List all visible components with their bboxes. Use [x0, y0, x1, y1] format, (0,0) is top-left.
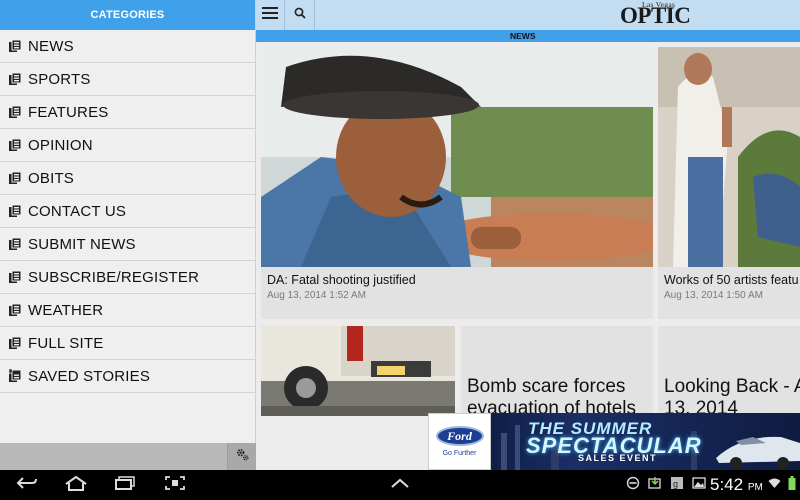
section-label: NEWS	[256, 30, 800, 42]
category-sidebar: CATEGORIES NEWS SPORTS FEATURES OPINION …	[0, 0, 256, 470]
do-not-disturb-icon	[626, 476, 640, 495]
sidebar-item-submit-news[interactable]: SUBMIT NEWS	[0, 228, 255, 261]
category-icon	[8, 336, 22, 350]
category-icon	[8, 204, 22, 218]
category-list: NEWS SPORTS FEATURES OPINION OBITS CONTA…	[0, 30, 255, 393]
battery-icon	[788, 475, 796, 495]
article-date: Aug 13, 2014 1:52 AM	[267, 290, 366, 301]
article-grid: DA: Fatal shooting justified Aug 13, 201…	[256, 42, 800, 470]
status-icons: g	[626, 474, 706, 496]
article-date: Aug 13, 2014 1:50 AM	[664, 290, 763, 301]
sidebar-item-label: WEATHER	[28, 301, 104, 319]
sidebar-item-label: OPINION	[28, 136, 93, 154]
category-icon	[8, 270, 22, 284]
system-nav-bar: g 5:42 PM	[0, 470, 800, 500]
article-title: Works of 50 artists featu	[664, 273, 799, 287]
category-icon	[8, 303, 22, 317]
clock-suffix: PM	[747, 482, 763, 493]
home-icon	[64, 475, 88, 496]
sidebar-item-sports[interactable]: SPORTS	[0, 63, 255, 96]
gear-icon	[236, 448, 249, 466]
sidebar-item-label: OBITS	[28, 169, 75, 187]
download-icon	[648, 476, 662, 495]
app-window: CATEGORIES NEWS SPORTS FEATURES OPINION …	[0, 0, 800, 470]
article-card[interactable]: Works of 50 artists featu Aug 13, 2014 1…	[658, 47, 800, 319]
article-image	[658, 47, 800, 267]
recent-apps-icon	[114, 475, 136, 495]
search-icon	[294, 6, 306, 24]
sidebar-item-label: NEWS	[28, 37, 74, 55]
category-icon	[8, 72, 22, 86]
sidebar-item-contact-us[interactable]: CONTACT US	[0, 195, 255, 228]
sidebar-item-obits[interactable]: OBITS	[0, 162, 255, 195]
category-icon	[8, 237, 22, 251]
sidebar-item-saved-stories[interactable]: SAVED STORIES	[0, 360, 255, 393]
hamburger-icon	[262, 6, 278, 24]
sidebar-item-label: SUBSCRIBE/REGISTER	[28, 268, 200, 286]
saved-stories-icon	[8, 369, 22, 383]
menu-button[interactable]	[256, 0, 285, 30]
svg-text:g: g	[673, 479, 678, 489]
sidebar-item-opinion[interactable]: OPINION	[0, 129, 255, 162]
category-icon	[8, 171, 22, 185]
site-logo[interactable]: Las Vegas OPTIC	[620, 0, 692, 30]
sidebar-item-label: SAVED STORIES	[28, 367, 151, 385]
article-image	[261, 326, 455, 416]
article-title: DA: Fatal shooting justified	[267, 273, 416, 287]
image-icon	[692, 476, 706, 495]
ad-headline-3: SALES EVENT	[578, 453, 658, 463]
clock-time: 5:42	[710, 475, 744, 494]
sidebar-item-full-site[interactable]: FULL SITE	[0, 327, 255, 360]
sidebar-item-label: FEATURES	[28, 103, 109, 121]
ad-tagline: Go Further	[442, 450, 477, 457]
article-image	[261, 47, 653, 267]
logo-title: OPTIC	[620, 3, 691, 28]
ad-banner[interactable]: Ford Go Further THE SUMMER SPECTACULAR S…	[428, 413, 800, 470]
article-card[interactable]: DA: Fatal shooting justified Aug 13, 201…	[261, 47, 653, 319]
chevron-up-icon	[390, 476, 410, 494]
ford-oval-logo: Ford	[435, 426, 484, 446]
wifi-icon	[768, 476, 781, 494]
sidebar-item-weather[interactable]: WEATHER	[0, 294, 255, 327]
screenshot-icon	[164, 475, 186, 496]
sidebar-item-label: CONTACT US	[28, 202, 127, 220]
recent-apps-button[interactable]	[112, 474, 138, 496]
connectivity-icons	[768, 474, 796, 496]
sidebar-footer	[0, 443, 256, 470]
category-icon	[8, 105, 22, 119]
back-button[interactable]	[14, 474, 40, 496]
clock: 5:42 PM	[710, 475, 763, 495]
sidebar-header: CATEGORIES	[0, 0, 255, 30]
category-icon	[8, 138, 22, 152]
sidebar-item-label: SPORTS	[28, 70, 91, 88]
screenshot-button[interactable]	[162, 474, 188, 496]
ford-logo: Ford Go Further	[428, 413, 491, 470]
sidebar-item-label: SUBMIT NEWS	[28, 235, 136, 253]
sidebar-item-subscribe[interactable]: SUBSCRIBE/REGISTER	[0, 261, 255, 294]
top-action-bar: Las Vegas OPTIC	[256, 0, 800, 30]
settings-button[interactable]	[227, 443, 256, 470]
sidebar-item-features[interactable]: FEATURES	[0, 96, 255, 129]
google-plus-icon: g	[670, 476, 684, 495]
sidebar-item-label: FULL SITE	[28, 334, 104, 352]
home-button[interactable]	[62, 474, 90, 496]
sidebar-item-news[interactable]: NEWS	[0, 30, 255, 63]
app-tray-button[interactable]	[388, 474, 412, 496]
search-button[interactable]	[286, 0, 315, 30]
back-icon	[16, 476, 38, 495]
article-card[interactable]	[261, 326, 455, 416]
category-icon	[8, 39, 22, 53]
